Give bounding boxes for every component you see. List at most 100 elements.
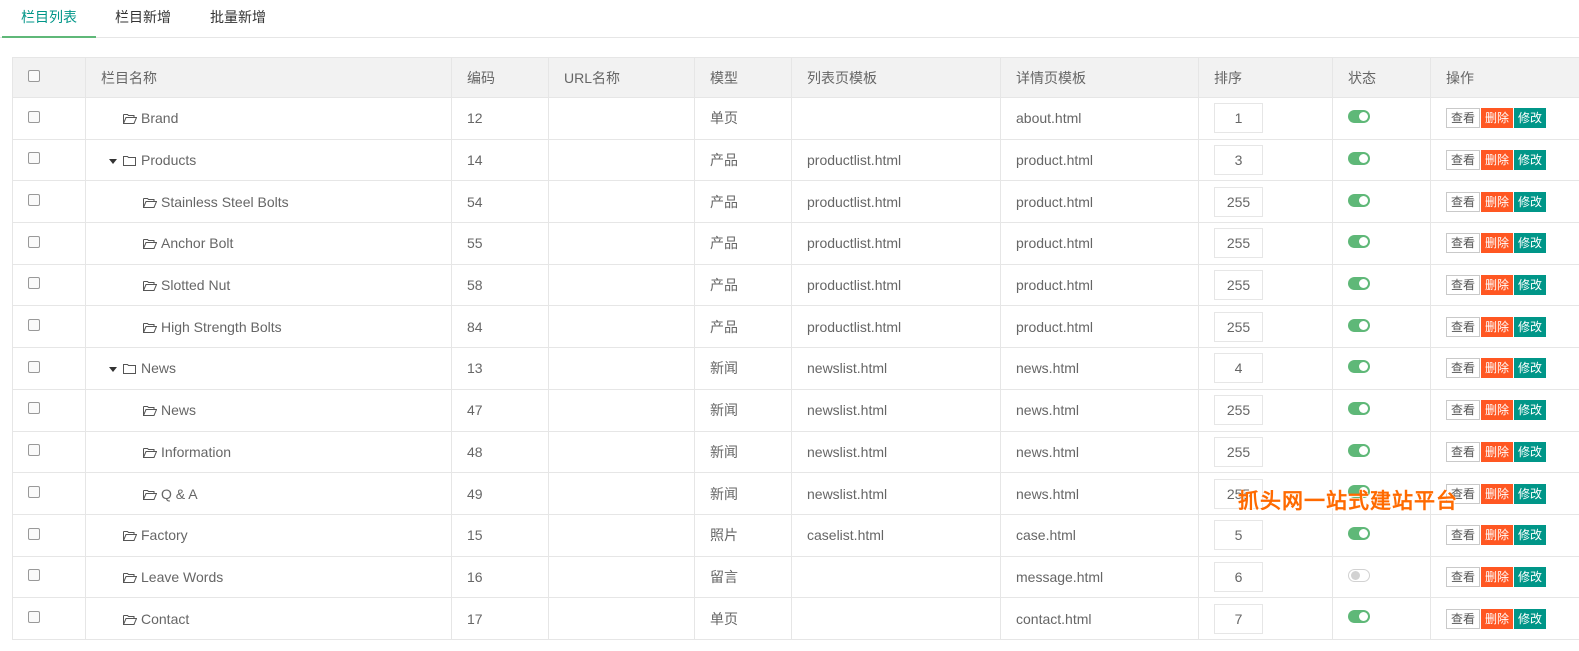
sort-input[interactable]: 6 [1214,561,1263,592]
row-checkbox[interactable] [28,235,40,248]
delete-button[interactable]: 删除 [1481,358,1514,379]
sort-input[interactable]: 7 [1214,603,1263,634]
view-button[interactable]: 查看 [1446,233,1481,254]
row-checkbox[interactable] [28,444,40,457]
row-name-cell: Factory [85,513,452,557]
row-checkbox[interactable] [28,610,40,623]
row-checkbox[interactable] [28,277,40,290]
header-list-template: 列表页模板 [791,57,1001,98]
sort-input[interactable]: 255 [1214,228,1263,259]
caret-down-icon[interactable] [109,367,117,373]
row-checkbox[interactable] [28,152,40,165]
delete-button[interactable]: 删除 [1481,441,1514,462]
view-button[interactable]: 查看 [1446,525,1481,546]
sort-input[interactable]: 1 [1214,103,1263,134]
edit-button[interactable]: 修改 [1514,441,1547,462]
status-toggle[interactable] [1348,318,1370,332]
sort-input[interactable]: 255 [1214,186,1263,217]
row-select-cell [12,263,86,307]
delete-button[interactable]: 删除 [1481,316,1514,337]
row-name: Leave Words [141,568,224,585]
row-checkbox[interactable] [28,110,40,123]
delete-button[interactable]: 删除 [1481,233,1514,254]
status-toggle[interactable] [1348,193,1370,207]
tab-column-list[interactable]: 栏目列表 [2,0,96,38]
sort-input[interactable]: 5 [1214,520,1263,551]
edit-button[interactable]: 修改 [1514,400,1547,421]
status-toggle[interactable] [1348,443,1370,457]
row-name-cell: Information [85,430,452,474]
row-checkbox[interactable] [28,194,40,207]
row-list-template: productlist.html [791,305,1001,349]
row-checkbox[interactable] [28,402,40,415]
row-sort-cell: 3 [1198,138,1333,182]
status-toggle[interactable] [1348,610,1370,624]
view-button[interactable]: 查看 [1446,108,1481,129]
status-toggle[interactable] [1348,360,1370,374]
edit-button[interactable]: 修改 [1514,316,1547,337]
row-select-cell [12,555,86,599]
edit-button[interactable]: 修改 [1514,108,1547,129]
delete-button[interactable]: 删除 [1481,483,1514,504]
caret-down-icon[interactable] [109,158,117,164]
row-checkbox[interactable] [28,527,40,540]
status-toggle[interactable] [1348,527,1370,541]
sort-input[interactable]: 4 [1214,353,1263,384]
delete-button[interactable]: 删除 [1481,525,1514,546]
folder-open-icon [143,444,161,460]
status-toggle[interactable] [1348,151,1370,165]
row-checkbox[interactable] [28,569,40,582]
tab-batch-add[interactable]: 批量新增 [196,0,280,38]
edit-button[interactable]: 修改 [1514,608,1547,629]
edit-button[interactable]: 修改 [1514,525,1547,546]
delete-button[interactable]: 删除 [1481,275,1514,296]
status-toggle[interactable] [1348,401,1370,415]
row-checkbox[interactable] [28,360,40,373]
delete-button[interactable]: 删除 [1481,400,1514,421]
sort-input[interactable]: 255 [1214,270,1263,301]
status-toggle[interactable] [1348,235,1370,249]
view-button[interactable]: 查看 [1446,275,1481,296]
sort-input[interactable]: 255 [1214,436,1263,467]
table-row: Factory 15 照片 caselist.html case.html 5 查看 删除 修改 [12,513,1579,557]
row-status-cell [1332,597,1431,640]
select-all-checkbox[interactable] [28,69,40,82]
edit-button[interactable]: 修改 [1514,191,1547,212]
view-button[interactable]: 查看 [1446,566,1481,587]
tab-column-add[interactable]: 栏目新增 [100,0,186,38]
sort-input[interactable]: 255 [1214,395,1263,426]
folder-open-icon [123,531,137,542]
view-button[interactable]: 查看 [1446,608,1481,629]
sort-input[interactable]: 255 [1214,311,1263,342]
edit-button[interactable]: 修改 [1514,150,1547,171]
view-button[interactable]: 查看 [1446,316,1481,337]
delete-button[interactable]: 删除 [1481,566,1514,587]
row-checkbox[interactable] [28,485,40,498]
view-button[interactable]: 查看 [1446,191,1481,212]
view-button[interactable]: 查看 [1446,400,1481,421]
status-toggle[interactable] [1348,568,1370,582]
edit-button[interactable]: 修改 [1514,483,1547,504]
folder-icon [123,364,136,375]
view-button[interactable]: 查看 [1446,150,1481,171]
status-toggle[interactable] [1348,276,1370,290]
toggle-knob [1359,278,1368,288]
edit-button[interactable]: 修改 [1514,566,1547,587]
status-toggle[interactable] [1348,110,1370,124]
sort-input[interactable]: 3 [1214,145,1263,176]
delete-button[interactable]: 删除 [1481,108,1514,129]
edit-button[interactable]: 修改 [1514,233,1547,254]
row-detail-template: product.html [1000,263,1199,307]
view-button[interactable]: 查看 [1446,441,1481,462]
edit-button[interactable]: 修改 [1514,275,1547,296]
delete-button[interactable]: 删除 [1481,608,1514,629]
delete-button[interactable]: 删除 [1481,191,1514,212]
edit-button[interactable]: 修改 [1514,358,1547,379]
table-body: Brand 12 单页 about.html 1 查看 删除 修改 Products 14 产品 pr… [12,97,1579,640]
delete-button[interactable]: 删除 [1481,150,1514,171]
view-button[interactable]: 查看 [1446,358,1481,379]
header-name: 栏目名称 [85,57,452,98]
row-name-cell: Q & A [85,472,452,515]
row-checkbox[interactable] [28,319,40,332]
row-url [548,347,695,390]
